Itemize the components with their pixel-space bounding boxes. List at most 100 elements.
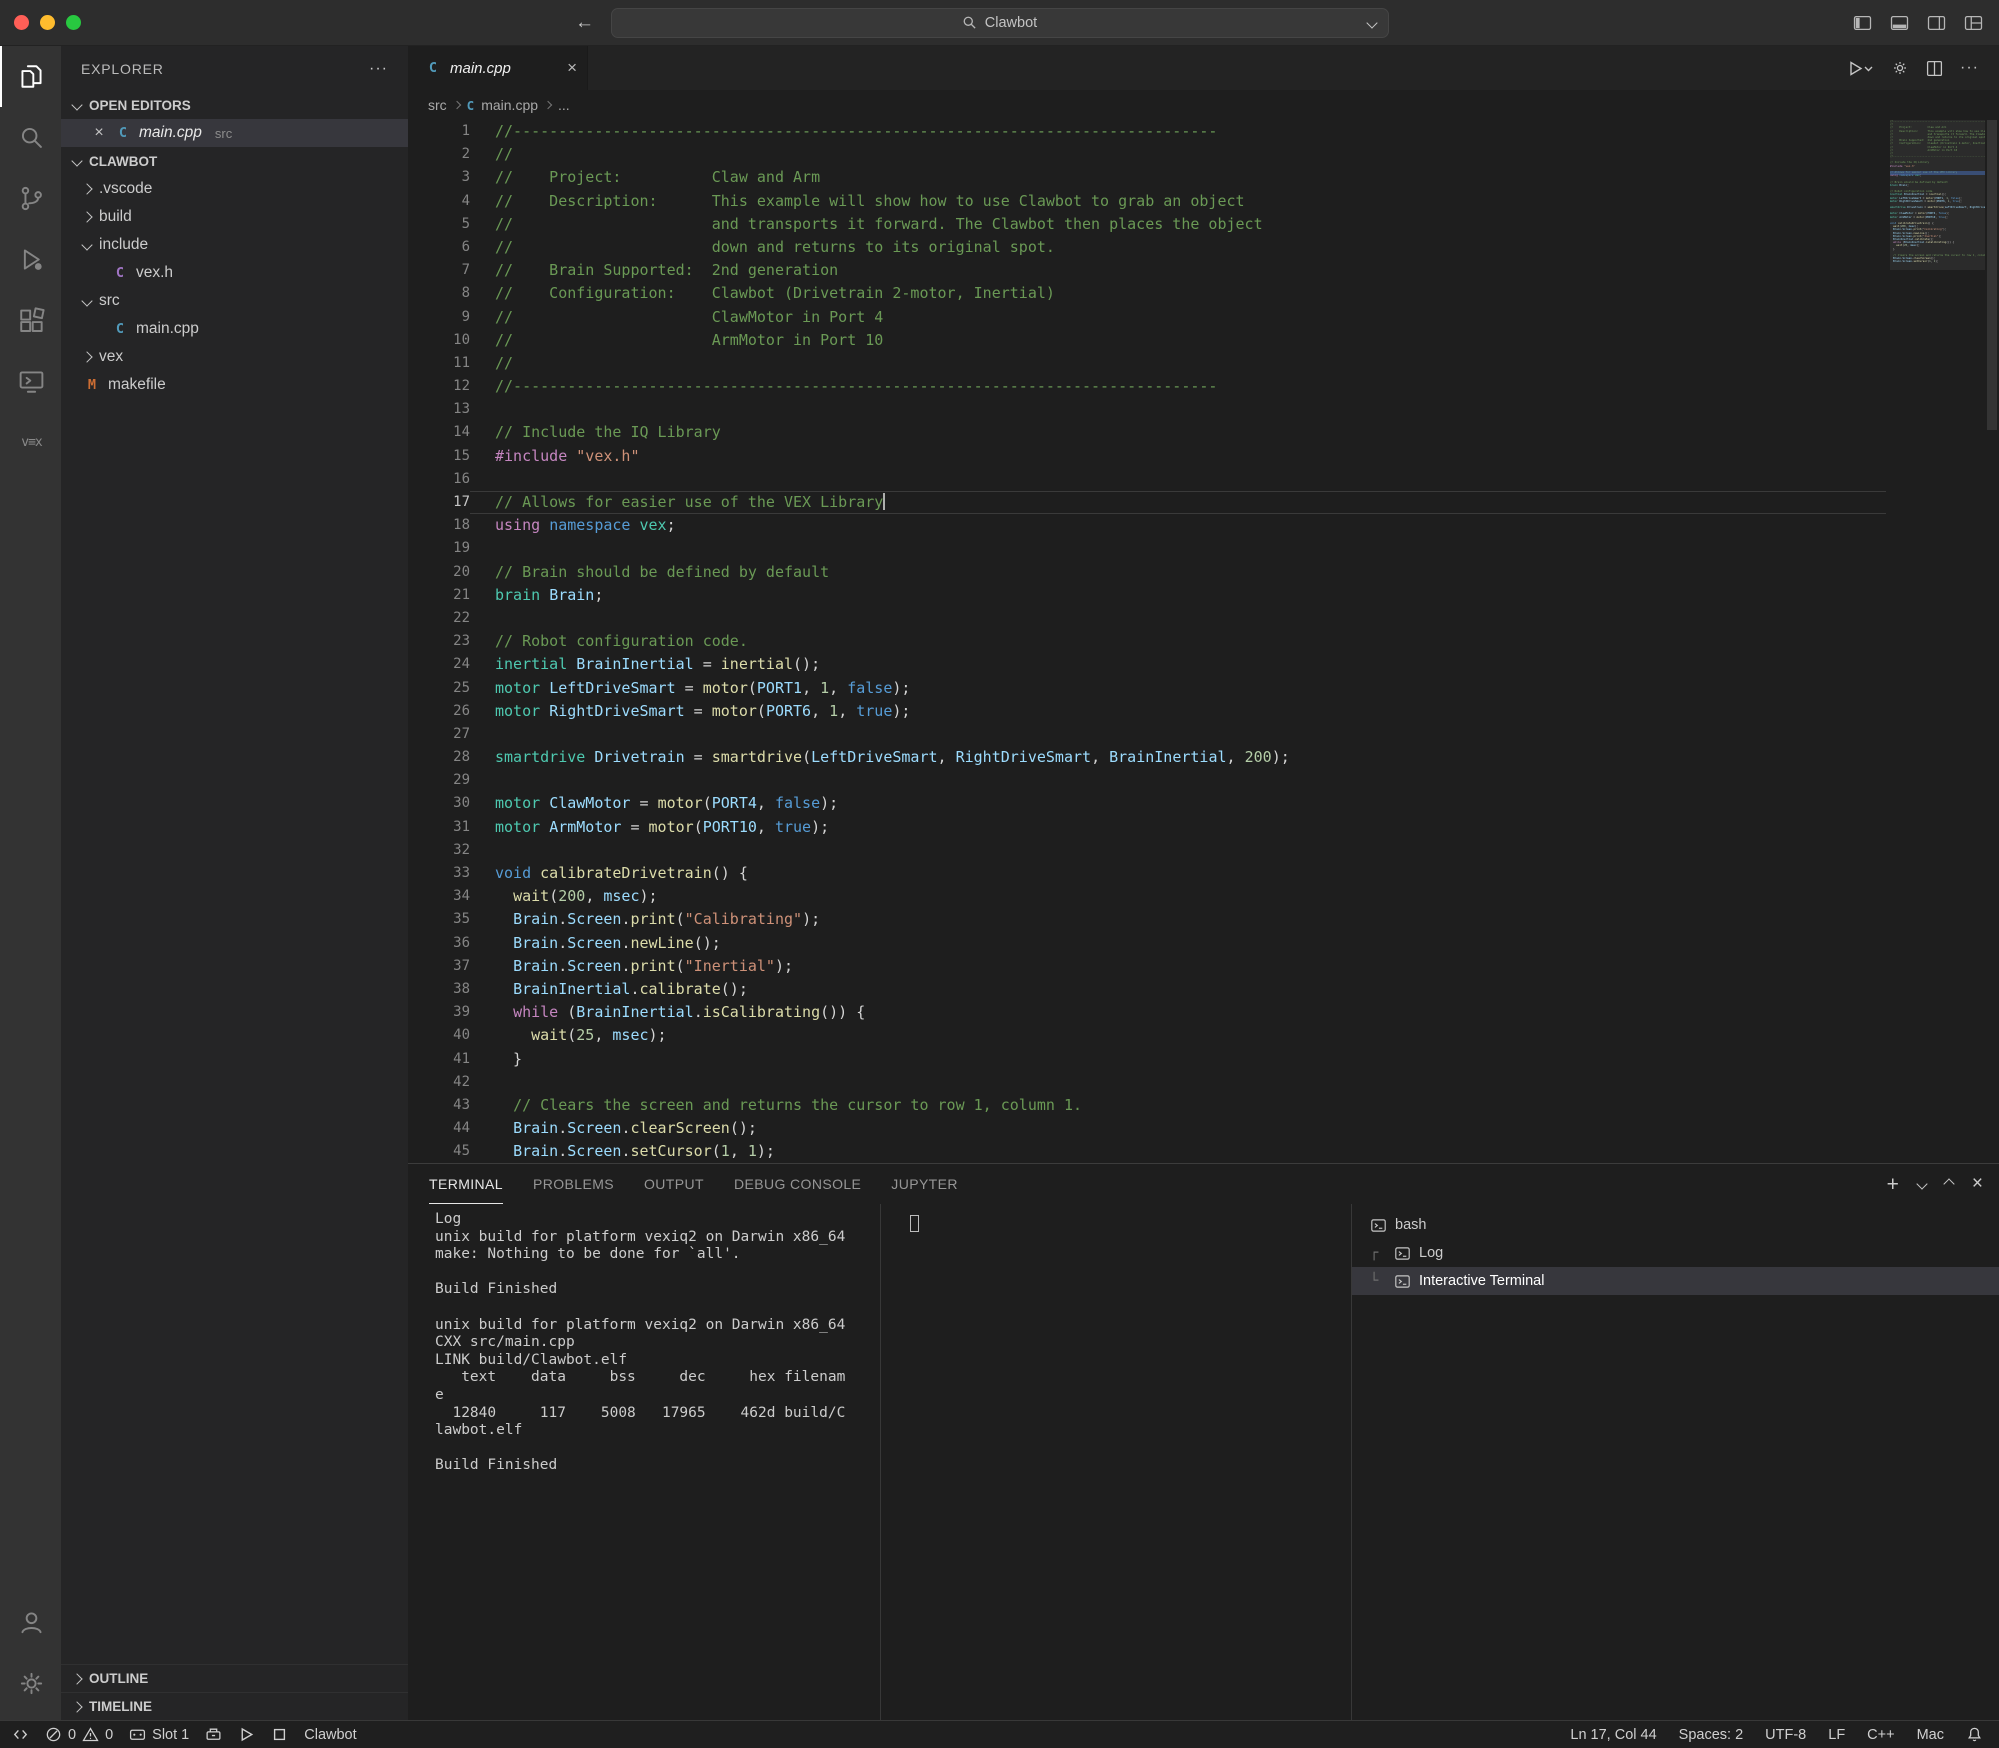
panel-tab-terminal[interactable]: TERMINAL [429,1164,503,1204]
close-panel-icon[interactable]: × [1972,1173,1983,1195]
activity-explorer-icon[interactable] [0,46,61,107]
line-number[interactable]: 35 [408,908,470,931]
line-number[interactable]: 9 [408,306,470,329]
line-number[interactable]: 11 [408,352,470,375]
play-program-button[interactable] [238,1726,255,1743]
line-number[interactable]: 23 [408,630,470,653]
more-actions-icon[interactable]: ··· [369,60,388,78]
tree-item-vex[interactable]: vex [61,343,408,371]
line-number[interactable]: 26 [408,700,470,723]
code-line[interactable]: 28 smartdrive Drivetrain = smartdrive(Lef… [408,746,1886,769]
new-terminal-icon[interactable]: + [1887,1174,1899,1195]
breadcrumb[interactable]: src C main.cpp ... [408,90,1999,120]
activity-vex-icon[interactable]: v≡x [0,412,61,473]
code-line[interactable]: 17// Allows for easier use of the VEX Li… [408,491,1886,514]
line-number[interactable]: 8 [408,282,470,305]
tree-item--vscode[interactable]: .vscode [61,175,408,203]
interactive-terminal-pane[interactable] [880,1204,1351,1720]
line-number[interactable]: 34 [408,885,470,908]
line-number[interactable]: 44 [408,1117,470,1140]
breadcrumb-more[interactable]: ... [558,97,570,113]
code-line[interactable]: 24 inertial BrainInertial = inertial(); [408,653,1886,676]
code-line[interactable]: 12//------------------------------------… [408,375,1886,398]
problems-status[interactable]: 0 0 [45,1726,113,1743]
download-to-brain-button[interactable] [205,1726,222,1743]
customize-layout-icon[interactable] [1964,15,1983,31]
terminal-picker-chevron-icon[interactable] [1916,1178,1928,1190]
code-line[interactable]: 7// Brain Supported: 2nd generation [408,259,1886,282]
code-line[interactable]: 6// down and returns to its original spo… [408,236,1886,259]
code-line[interactable]: 14// Include the IQ Library [408,421,1886,444]
line-number[interactable]: 28 [408,746,470,769]
code-line[interactable]: 35 Brain.Screen.print("Calibrating"); [408,908,1886,931]
zoom-window-button[interactable] [66,15,81,30]
code-line[interactable]: 10// ArmMotor in Port 10 [408,329,1886,352]
code-line[interactable]: 4// Description: This example will show … [408,190,1886,213]
terminal-output[interactable]: Log unix build for platform vexiq2 on Da… [408,1204,880,1720]
tab-main-cpp[interactable]: C main.cpp × [408,46,588,90]
line-number[interactable]: 39 [408,1001,470,1024]
toggle-secondary-sidebar-icon[interactable] [1927,15,1946,31]
close-icon[interactable]: × [91,124,107,142]
open-editor-main-cpp[interactable]: × C main.cpp src [61,119,408,147]
code-line[interactable]: 25 motor LeftDriveSmart = motor(PORT1, 1,… [408,677,1886,700]
code-line[interactable]: 3// Project: Claw and Arm [408,166,1886,189]
vex-slot-selector[interactable]: Slot 1 [129,1726,189,1743]
code-line[interactable]: 41 } [408,1048,1886,1071]
code-line[interactable]: 34 wait(200, msec); [408,885,1886,908]
code-line[interactable]: 39 while (BrainInertial.isCalibrating())… [408,1001,1886,1024]
platform-status[interactable]: Mac [1917,1727,1944,1743]
activity-source-control-icon[interactable] [0,168,61,229]
line-number[interactable]: 33 [408,862,470,885]
line-number[interactable]: 21 [408,584,470,607]
line-number[interactable]: 19 [408,537,470,560]
line-number[interactable]: 24 [408,653,470,676]
line-number[interactable]: 31 [408,816,470,839]
maximize-panel-icon[interactable] [1943,1178,1955,1190]
panel-tab-output[interactable]: OUTPUT [644,1164,704,1204]
code-line[interactable]: 36 Brain.Screen.newLine(); [408,932,1886,955]
code-line[interactable]: 45 Brain.Screen.setCursor(1, 1); [408,1140,1886,1163]
close-window-button[interactable] [14,15,29,30]
code-line[interactable]: 18 using namespace vex; [408,514,1886,537]
code-line[interactable]: 8// Configuration: Clawbot (Drivetrain 2… [408,282,1886,305]
minimize-window-button[interactable] [40,15,55,30]
code-line[interactable]: 23// Robot configuration code. [408,630,1886,653]
back-button[interactable]: ← [575,12,594,34]
line-number[interactable]: 7 [408,259,470,282]
editor-scrollbar[interactable] [1985,120,1999,1163]
toggle-panel-icon[interactable] [1890,15,1909,31]
line-number[interactable]: 5 [408,213,470,236]
stop-program-button[interactable] [271,1726,288,1743]
cursor-position-status[interactable]: Ln 17, Col 44 [1570,1727,1656,1743]
panel-tab-problems[interactable]: PROBLEMS [533,1164,614,1204]
code-line[interactable]: 32 [408,839,1886,862]
panel-tab-debug-console[interactable]: DEBUG CONSOLE [734,1164,861,1204]
split-editor-icon[interactable] [1926,60,1943,77]
line-number[interactable]: 1 [408,120,470,143]
code-line[interactable]: 29 [408,769,1886,792]
tree-item-src[interactable]: src [61,287,408,315]
line-number[interactable]: 32 [408,839,470,862]
code-line[interactable]: 22 [408,607,1886,630]
breadcrumb-file[interactable]: main.cpp [481,97,538,113]
code-line[interactable]: 37 Brain.Screen.print("Inertial"); [408,955,1886,978]
encoding-status[interactable]: UTF-8 [1765,1727,1806,1743]
line-number[interactable]: 16 [408,468,470,491]
code-editor[interactable]: 1 //-------------------------------------… [408,120,1999,1163]
chevron-down-icon[interactable] [1365,16,1378,29]
project-root-clawbot[interactable]: CLAWBOT [61,147,408,175]
code-line[interactable]: 1//-------------------------------------… [408,120,1886,143]
terminal-list-item-bash[interactable]: bash [1352,1211,1999,1239]
line-number[interactable]: 43 [408,1094,470,1117]
activity-extensions-icon[interactable] [0,290,61,351]
line-number[interactable]: 4 [408,190,470,213]
tree-item-vex-h[interactable]: Cvex.h [61,259,408,287]
command-center-search[interactable]: Clawbot [610,7,1389,38]
code-line[interactable]: 20// Brain should be defined by default [408,561,1886,584]
line-number[interactable]: 13 [408,398,470,421]
activity-settings-icon[interactable] [0,1653,61,1714]
line-number[interactable]: 20 [408,561,470,584]
line-number[interactable]: 36 [408,932,470,955]
breadcrumb-folder[interactable]: src [428,97,447,113]
